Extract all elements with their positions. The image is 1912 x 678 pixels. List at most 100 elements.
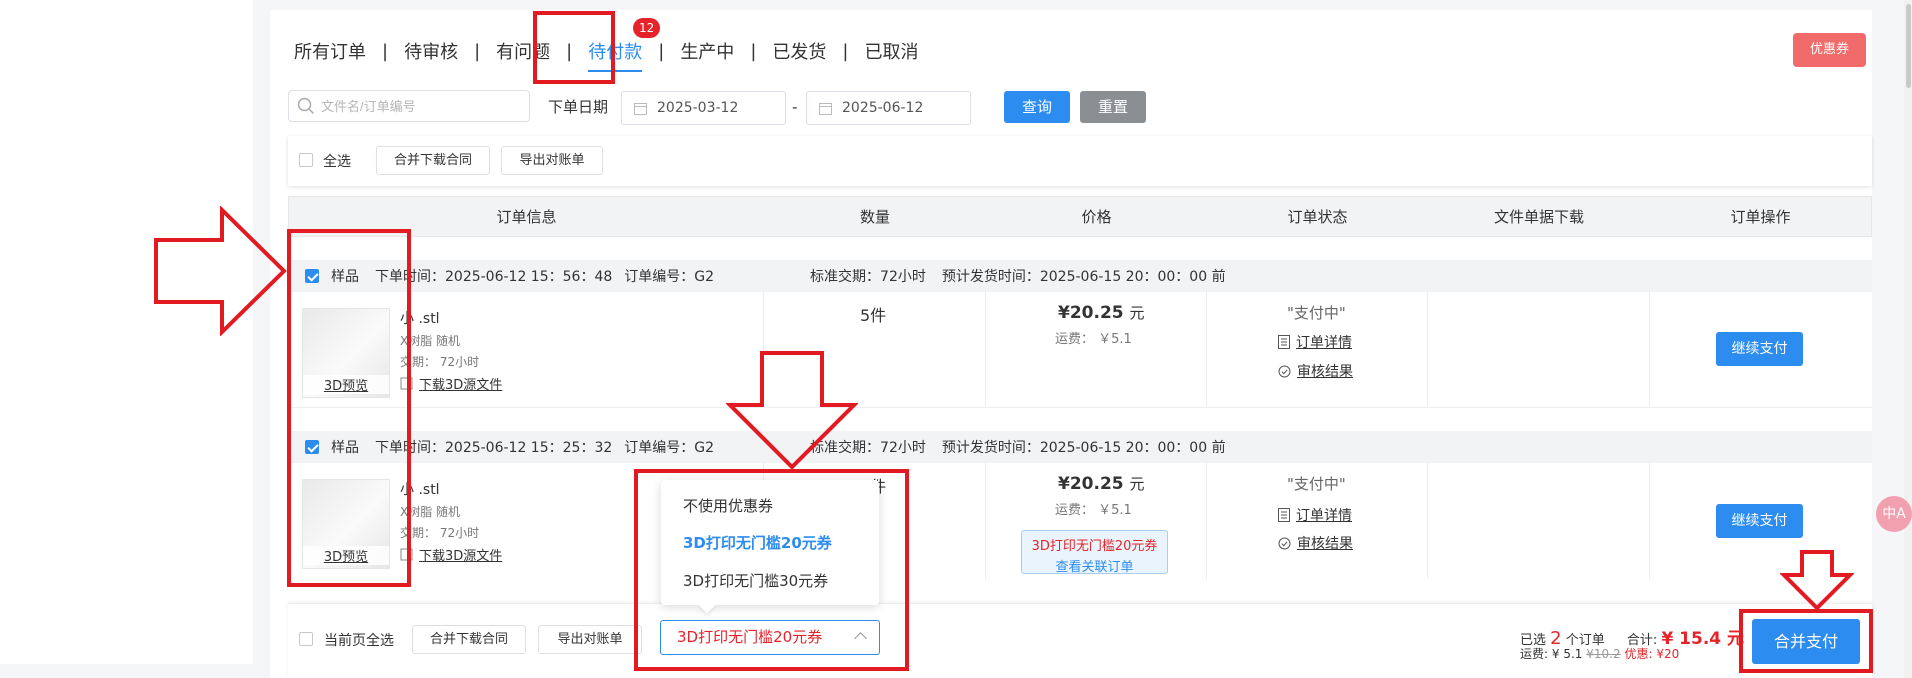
price-unit: 元 xyxy=(1129,304,1145,322)
document-icon xyxy=(1278,335,1290,349)
cell-divider xyxy=(1206,463,1207,579)
order-detail-label: 订单详情 xyxy=(1296,335,1352,351)
cell-divider xyxy=(1206,292,1207,408)
cell-divider xyxy=(985,463,986,579)
query-button[interactable]: 查询 xyxy=(1004,91,1070,123)
date-from-picker[interactable]: 2025-03-12 xyxy=(621,91,786,125)
discount-value: ¥20 xyxy=(1656,647,1680,661)
download-source-link[interactable]: 下载3D源文件 xyxy=(400,545,502,564)
annotation-box-merge-pay xyxy=(1739,609,1873,673)
annotation-box-coupon xyxy=(634,469,909,671)
cell-divider xyxy=(1427,463,1428,579)
tab-separator: | xyxy=(382,40,389,62)
tab-separator: | xyxy=(842,40,849,62)
col-status: 订单状态 xyxy=(1287,208,1348,226)
reset-button[interactable]: 重置 xyxy=(1080,91,1146,123)
order-status: "支付中" xyxy=(1287,304,1346,322)
shipping-fee: 运费： ￥5.1 xyxy=(1055,503,1132,518)
scrollbar-thumb[interactable] xyxy=(1906,4,1911,88)
price-value: ¥20.25 xyxy=(1058,474,1124,494)
col-price: 价格 xyxy=(1081,208,1112,226)
tab-in-production[interactable]: 生产中 xyxy=(674,38,740,64)
standard-delivery: 标准交期：72小时 xyxy=(810,269,926,285)
cell-divider xyxy=(1649,292,1650,408)
shipping-value: ¥ 5.1 xyxy=(1551,647,1583,661)
order-detail-link[interactable]: 订单详情 xyxy=(1278,505,1352,525)
coupon-button[interactable]: 优惠券 xyxy=(1793,33,1866,67)
tab-all-orders[interactable]: 所有订单 xyxy=(288,38,372,64)
page-scrollbar[interactable] xyxy=(1904,0,1912,678)
discount-label: 优惠: xyxy=(1624,647,1653,661)
check-circle-icon xyxy=(1278,365,1291,377)
merge-contract-button[interactable]: 合并下载合同 xyxy=(376,146,490,175)
ship-eta: 预计发货时间：2025-06-15 20：00：00 前 xyxy=(941,440,1226,456)
date-range-separator: - xyxy=(792,98,798,116)
calendar-icon xyxy=(634,102,647,115)
tab-count-badge: 12 xyxy=(632,18,661,38)
order-number: 订单编号：G2 xyxy=(624,269,715,285)
table-row: 3D预览 小 .stl X树脂 随机 交期： 72小时 下载3D源文件 5件 ¥… xyxy=(288,292,1872,408)
date-to-value: 2025-06-12 xyxy=(842,100,924,116)
calendar-icon xyxy=(819,102,832,115)
lead-time: 交期： 72小时 xyxy=(400,355,480,369)
annotation-box-checkboxes xyxy=(287,229,411,587)
review-result-label: 审核结果 xyxy=(1297,536,1353,552)
download-source-link[interactable]: 下载3D源文件 xyxy=(400,374,502,393)
tab-shipped[interactable]: 已发货 xyxy=(766,38,832,64)
select-page-label: 当前页全选 xyxy=(324,633,394,649)
tab-separator: | xyxy=(474,40,481,62)
view-linked-orders-link[interactable]: 查看关联订单 xyxy=(1022,556,1167,575)
order-detail-label: 订单详情 xyxy=(1296,508,1352,524)
download-source-label: 下载3D源文件 xyxy=(419,549,503,564)
annotation-arrow-right-icon xyxy=(154,206,287,336)
continue-pay-button[interactable]: 继续支付 xyxy=(1716,504,1803,538)
tab-separator: | xyxy=(658,40,665,62)
shipping-summary: 运费: ¥ 5.1 ¥10.2 优惠: ¥20 xyxy=(1520,645,1679,662)
review-result-label: 审核结果 xyxy=(1297,364,1353,380)
review-result-link[interactable]: 审核结果 xyxy=(1278,533,1353,553)
price: ¥20.25 元 xyxy=(1058,473,1145,494)
continue-pay-button[interactable]: 继续支付 xyxy=(1716,332,1803,366)
shipping-label: 运费: xyxy=(1520,647,1549,661)
order-status: "支付中" xyxy=(1287,475,1346,493)
col-actions: 订单操作 xyxy=(1730,208,1791,226)
price-value: ¥20.25 xyxy=(1058,303,1124,323)
cell-divider xyxy=(985,292,986,408)
col-quantity: 数量 xyxy=(859,208,890,226)
translate-fab-icon[interactable]: 中A xyxy=(1876,496,1912,532)
annotation-arrow-down-icon xyxy=(1780,550,1854,611)
search-icon xyxy=(297,97,315,115)
download-source-label: 下载3D源文件 xyxy=(419,378,503,393)
ship-eta: 预计发货时间：2025-06-15 20：00：00 前 xyxy=(941,269,1226,285)
annotation-arrow-down-icon xyxy=(726,351,858,470)
check-circle-icon xyxy=(1278,537,1291,549)
table-row: 3D预览 小 .stl X树脂 随机 交期： 72小时 下载3D源文件 5件 ¥… xyxy=(288,463,1872,579)
lead-time: 交期： 72小时 xyxy=(400,526,480,540)
order-number: 订单编号：G2 xyxy=(624,440,715,456)
tab-cancelled[interactable]: 已取消 xyxy=(858,38,924,64)
quantity: 5件 xyxy=(860,306,887,325)
applied-coupon-tag[interactable]: 3D打印无门槛20元券 查看关联订单 xyxy=(1021,530,1168,575)
cell-divider xyxy=(1427,292,1428,408)
price-unit: 元 xyxy=(1129,475,1145,493)
footer-merge-contract-button[interactable]: 合并下载合同 xyxy=(412,625,526,654)
date-to-picker[interactable]: 2025-06-12 xyxy=(806,91,971,125)
order-detail-link[interactable]: 订单详情 xyxy=(1278,332,1352,352)
select-all-checkbox[interactable] xyxy=(299,153,313,167)
review-result-link[interactable]: 审核结果 xyxy=(1278,361,1353,381)
footer-export-bill-button[interactable]: 导出对账单 xyxy=(538,625,642,654)
tab-pending-review[interactable]: 待审核 xyxy=(398,38,464,64)
order-group-header: 样品 下单时间：2025-06-12 15：56：48 订单编号：G2 标准交期… xyxy=(288,260,1872,292)
shipping-fee: 运费： ￥5.1 xyxy=(1055,332,1132,347)
tab-separator: | xyxy=(750,40,757,62)
search-input[interactable] xyxy=(321,98,521,114)
date-from-value: 2025-03-12 xyxy=(657,100,739,116)
original-price: ¥10.2 xyxy=(1586,647,1621,661)
export-bill-button[interactable]: 导出对账单 xyxy=(501,146,603,175)
table-header: 订单信息 数量 价格 订单状态 文件单据下载 订单操作 xyxy=(288,196,1872,237)
search-box[interactable] xyxy=(288,90,530,122)
col-file-download: 文件单据下载 xyxy=(1493,208,1584,226)
select-page-checkbox[interactable] xyxy=(299,632,313,646)
price: ¥20.25 元 xyxy=(1058,302,1145,323)
order-date-label: 下单日期 xyxy=(548,98,609,116)
